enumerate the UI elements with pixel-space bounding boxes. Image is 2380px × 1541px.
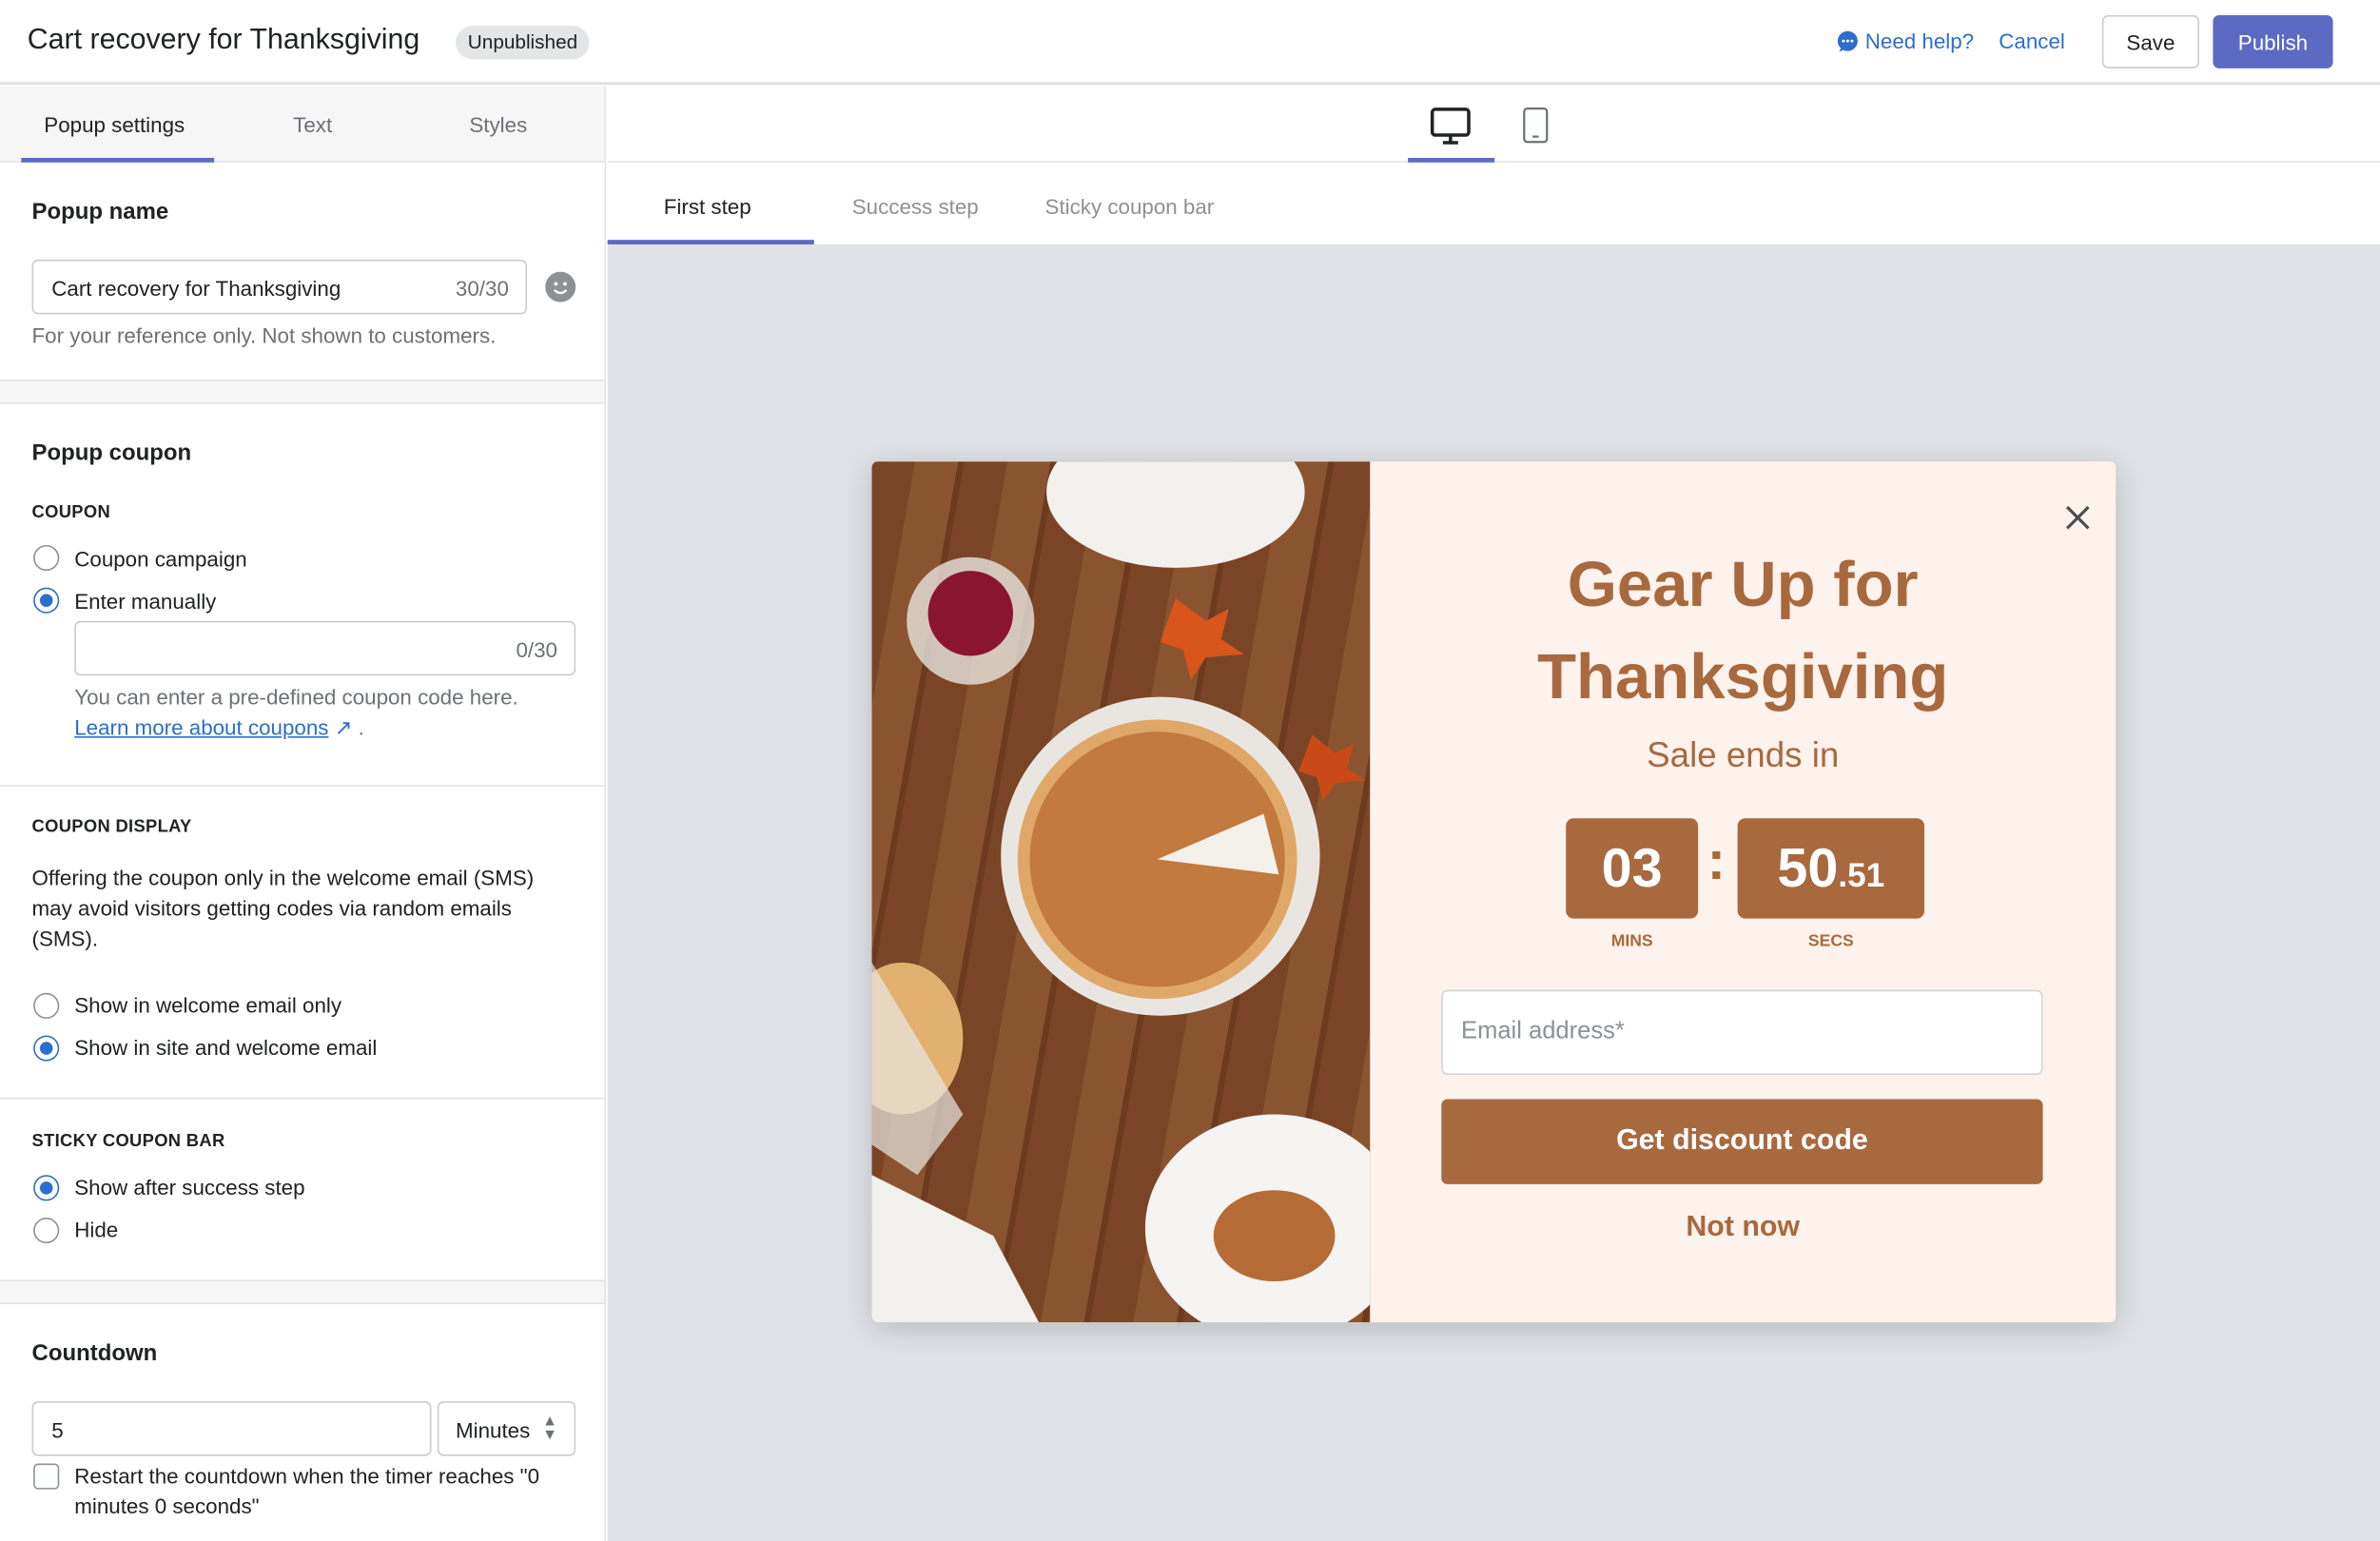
- coupon-display-label: COUPON DISPLAY: [31, 818, 192, 837]
- settings-tabs: Popup settings Text Styles: [0, 86, 605, 163]
- popup-name-count: 30/30: [455, 276, 509, 302]
- section-divider: [0, 380, 605, 404]
- device-toggle: [607, 87, 2380, 163]
- popup-name-heading: Popup name: [31, 199, 169, 225]
- page-title: Cart recovery for Thanksgiving: [27, 24, 420, 57]
- email-placeholder: Email address*: [1461, 1018, 1625, 1045]
- mins-label: MINS: [1610, 931, 1653, 951]
- enter-manually-label: Enter manually: [74, 589, 217, 614]
- preview-canvas: Gear Up for Thanksgiving Sale ends in 03…: [607, 244, 2380, 1541]
- divider: [0, 1097, 605, 1100]
- email-input[interactable]: Email address*: [1441, 989, 2043, 1075]
- status-badge: Unpublished: [456, 26, 590, 60]
- mobile-icon[interactable]: [1522, 107, 1550, 146]
- learn-more-coupons-link[interactable]: Learn more about coupons: [74, 715, 328, 740]
- radio-hide[interactable]: [33, 1217, 60, 1244]
- emoji-icon[interactable]: [545, 271, 576, 302]
- minutes-box: 03: [1566, 818, 1699, 919]
- radio-coupon-campaign[interactable]: [33, 544, 60, 572]
- active-device-indicator: [1408, 157, 1495, 163]
- radio-welcome-email-only[interactable]: [33, 992, 60, 1019]
- tab-text[interactable]: Text: [293, 112, 332, 137]
- hide-label: Hide: [74, 1217, 119, 1242]
- popup-title: Gear Up for Thanksgiving: [1537, 548, 1949, 712]
- welcome-email-only-label: Show in welcome email only: [74, 992, 342, 1018]
- tab-styles[interactable]: Styles: [469, 112, 527, 137]
- settings-panel: Popup settings Text Styles Popup name Ca…: [0, 86, 607, 1541]
- secs-label: SECS: [1807, 931, 1854, 951]
- preview-area: First step Success step Sticky coupon ba…: [607, 87, 2380, 1541]
- cancel-link[interactable]: Cancel: [1999, 29, 2065, 53]
- chat-icon: [1837, 29, 1858, 51]
- site-and-email-label: Show in site and welcome email: [74, 1035, 378, 1061]
- top-bar: Cart recovery for Thanksgiving Unpublish…: [0, 0, 2380, 86]
- restart-checkbox[interactable]: [33, 1463, 60, 1490]
- seconds-box: 50.51: [1737, 818, 1925, 919]
- tab-popup-settings[interactable]: Popup settings: [44, 112, 185, 137]
- coupon-help: You can enter a pre-defined coupon code …: [74, 684, 518, 710]
- desktop-icon[interactable]: [1429, 107, 1472, 146]
- need-help-link[interactable]: Need help?: [1836, 29, 1974, 53]
- tab-first-step[interactable]: First step: [664, 194, 751, 219]
- save-button[interactable]: Save: [2101, 14, 2200, 68]
- timer-colon: :: [1707, 829, 1726, 891]
- show-after-success-label: Show after success step: [74, 1175, 305, 1200]
- restart-label: Restart the countdown when the timer rea…: [74, 1463, 540, 1518]
- coupon-code-count: 0/30: [516, 637, 557, 662]
- link-suffix: .: [358, 714, 364, 740]
- radio-enter-manually[interactable]: [33, 587, 60, 614]
- coupon-display-description: Offering the coupon only in the welcome …: [31, 865, 535, 951]
- tab-success-step[interactable]: Success step: [852, 194, 979, 219]
- countdown-unit-select[interactable]: Minutes ▲ ▼: [437, 1401, 576, 1456]
- get-discount-code-button[interactable]: Get discount code: [1441, 1099, 2043, 1184]
- close-icon[interactable]: [2064, 504, 2092, 532]
- popup-subtitle: Sale ends in: [1647, 734, 1840, 774]
- popup-name-help: For your reference only. Not shown to cu…: [31, 322, 497, 348]
- need-help-label: Need help?: [1864, 29, 1975, 53]
- external-link-icon: ↗: [334, 714, 353, 740]
- popup-preview: Gear Up for Thanksgiving Sale ends in 03…: [871, 461, 2117, 1323]
- popup-name-value: Cart recovery for Thanksgiving: [51, 276, 341, 302]
- popup-coupon-heading: Popup coupon: [31, 439, 192, 466]
- thanksgiving-pie-image: [871, 461, 1404, 1323]
- radio-site-and-email[interactable]: [33, 1035, 60, 1062]
- countdown-unit: Minutes: [456, 1417, 531, 1443]
- coupon-campaign-label: Coupon campaign: [74, 546, 247, 572]
- countdown-value-input[interactable]: 5: [31, 1401, 432, 1456]
- popup-name-input[interactable]: Cart recovery for Thanksgiving 30/30: [31, 259, 528, 315]
- publish-button[interactable]: Publish: [2213, 14, 2333, 68]
- seconds-value: 50: [1777, 836, 1839, 899]
- seconds-fraction: .51: [1838, 856, 1885, 895]
- countdown-heading: Countdown: [31, 1340, 158, 1367]
- countdown-value: 5: [51, 1417, 64, 1443]
- active-tab-indicator: [21, 157, 215, 163]
- coupon-help-line: Learn more about coupons ↗ .: [74, 712, 364, 743]
- not-now-button[interactable]: Not now: [1370, 1212, 2116, 1245]
- coupon-label: COUPON: [31, 503, 111, 523]
- tab-sticky-coupon-bar[interactable]: Sticky coupon bar: [1045, 194, 1215, 219]
- coupon-code-input[interactable]: 0/30: [74, 620, 576, 676]
- sticky-bar-label: STICKY COUPON BAR: [31, 1132, 225, 1151]
- radio-show-after-success[interactable]: [33, 1175, 60, 1201]
- section-divider: [0, 1279, 605, 1304]
- select-arrows-icon: ▲ ▼: [542, 1413, 557, 1444]
- divider: [0, 785, 605, 787]
